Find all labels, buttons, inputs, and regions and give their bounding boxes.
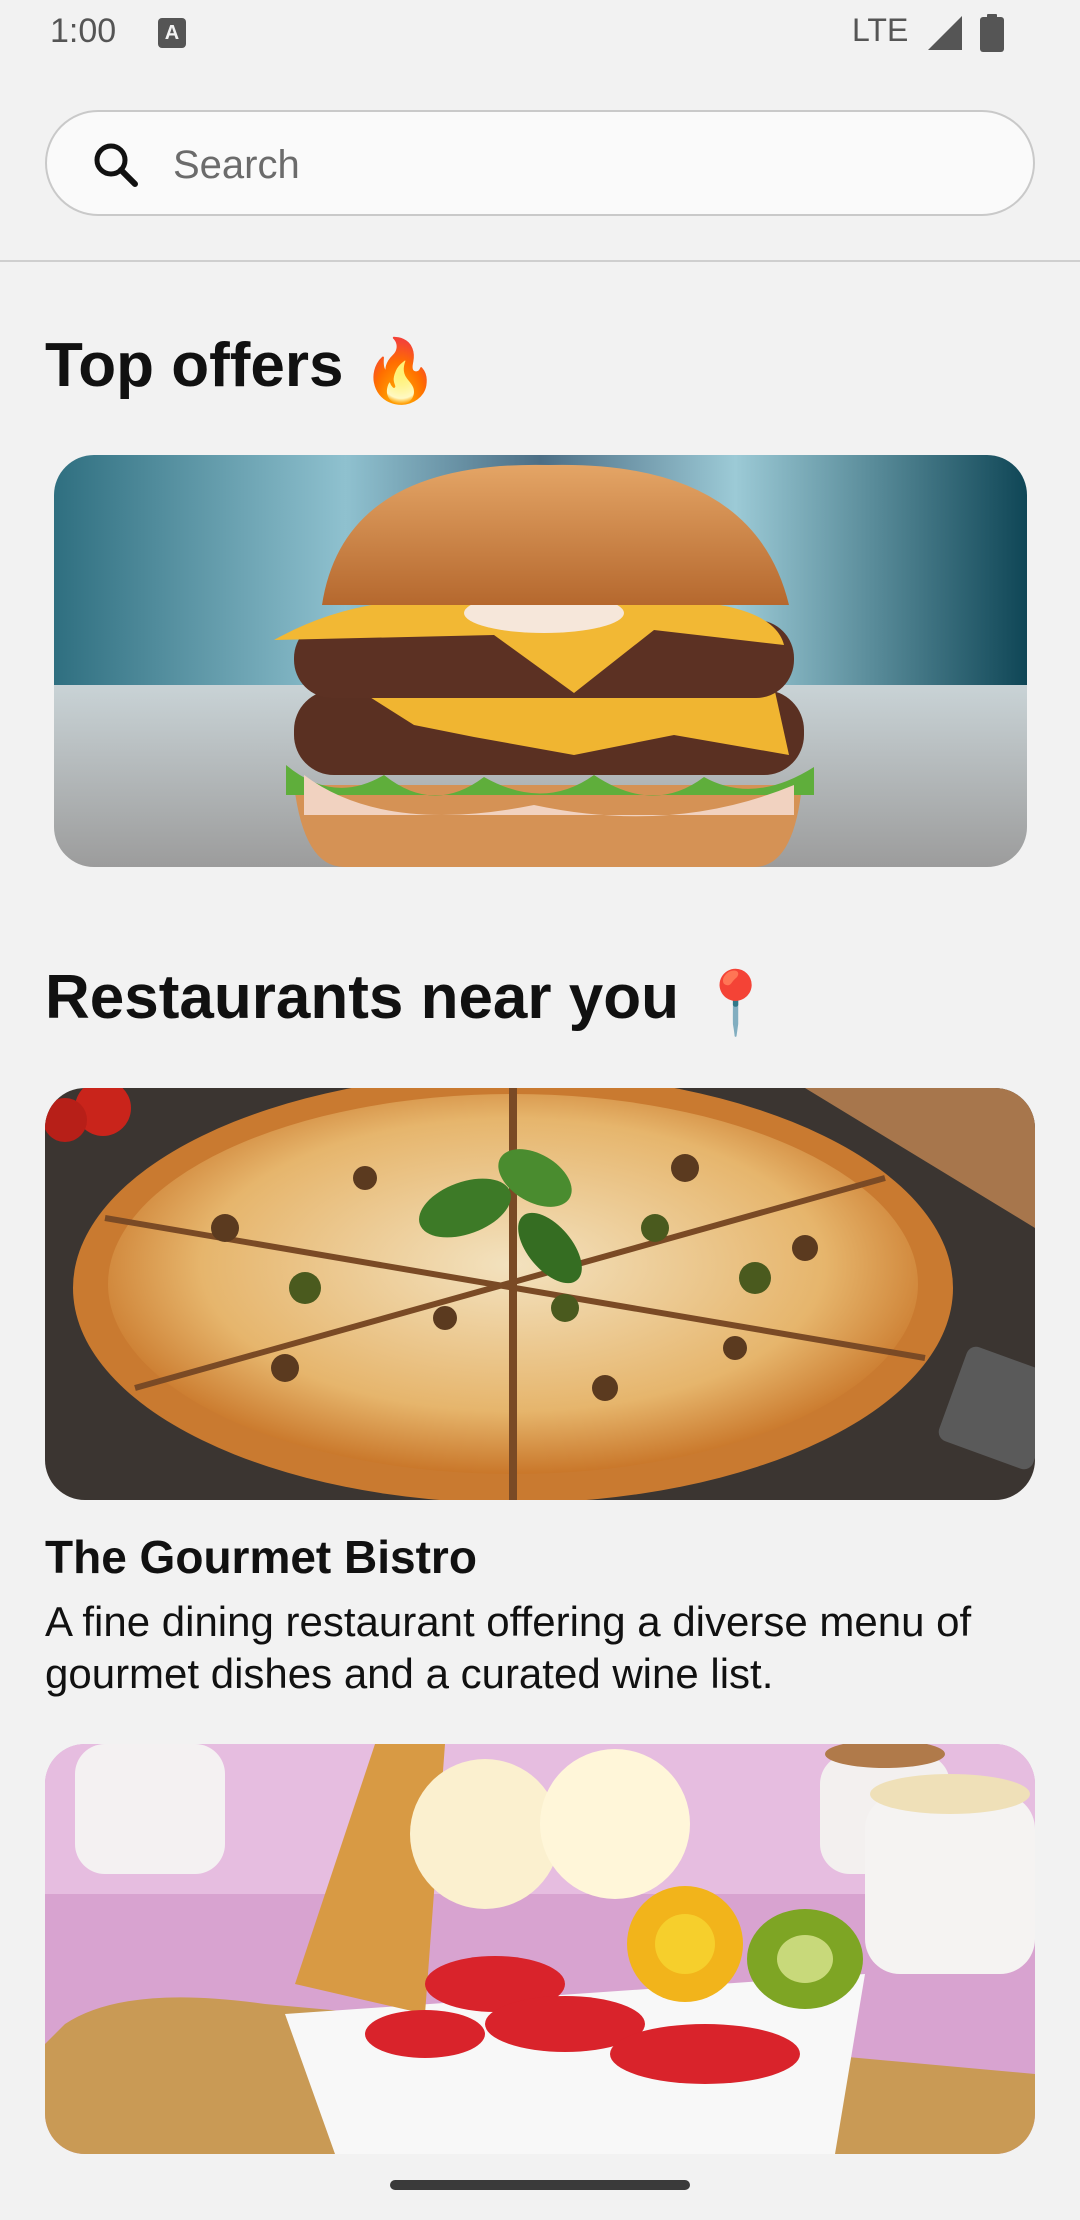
search-input[interactable] xyxy=(171,134,995,196)
search-bar[interactable] xyxy=(45,110,1035,216)
pin-icon: 📍 xyxy=(697,969,775,1038)
top-offers-title: Top offers xyxy=(45,331,344,400)
restaurant-card-image[interactable] xyxy=(45,1088,1035,1500)
burger-photo xyxy=(54,455,1027,867)
ice-cream-fruit-bowl-photo xyxy=(45,1744,1035,2154)
home-gesture-bar[interactable] xyxy=(390,2180,690,2190)
signal-icon xyxy=(928,16,962,50)
battery-icon xyxy=(980,14,1004,52)
restaurant-card-image[interactable] xyxy=(45,1744,1035,2154)
header-divider xyxy=(0,260,1080,262)
restaurant-description: A fine dining restaurant offering a dive… xyxy=(45,1598,972,1697)
status-time: 1:00 xyxy=(50,12,117,50)
restaurants-title: Restaurants near you xyxy=(45,963,679,1032)
search-icon[interactable] xyxy=(91,140,141,190)
restaurant-name[interactable]: The Gourmet Bistro xyxy=(45,1530,477,1584)
pizza-photo xyxy=(45,1088,1035,1500)
top-offers-heading: Top offers 🔥 xyxy=(45,330,439,408)
top-offer-banner[interactable] xyxy=(54,455,1027,867)
fire-icon: 🔥 xyxy=(361,337,439,406)
network-type: LTE xyxy=(852,12,909,48)
status-bar: 1:00 A LTE xyxy=(0,0,1080,66)
keyboard-a-icon: A xyxy=(158,18,186,48)
restaurants-heading: Restaurants near you 📍 xyxy=(45,962,774,1040)
